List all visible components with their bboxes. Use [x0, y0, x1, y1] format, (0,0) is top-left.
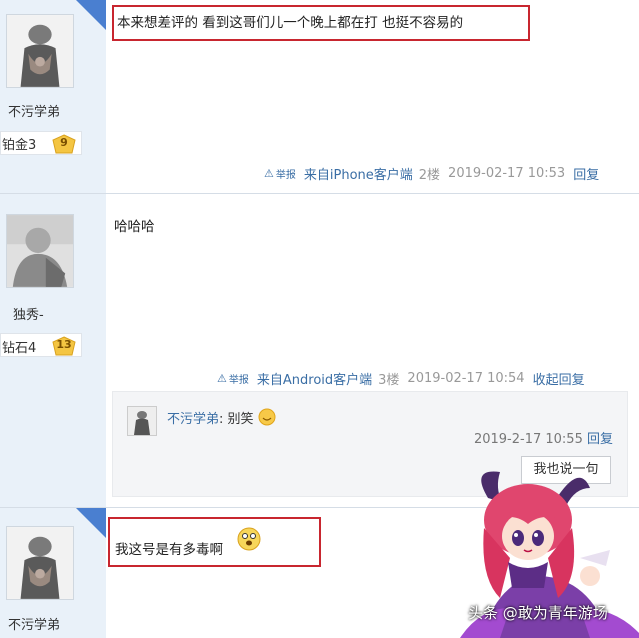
- source-link[interactable]: 来自Android客户端: [257, 369, 372, 388]
- subreply-text: 不污学弟: 别笑: [167, 408, 276, 427]
- post-content: 我这号是有多毒啊: [115, 542, 223, 558]
- smile-emoji-icon: [258, 408, 276, 426]
- avatar[interactable]: [6, 526, 74, 600]
- subreply-content: 别笑: [227, 412, 254, 427]
- watermark-text: 头条 @敢为青年游场: [468, 604, 608, 622]
- shocked-emoji-icon: [236, 526, 262, 552]
- subreply-meta: 2019-2-17 10:55 回复: [474, 428, 613, 447]
- reply-link[interactable]: 回复: [573, 164, 599, 183]
- post-time: 2019-02-17 10:54: [407, 371, 525, 386]
- warning-icon: ⚠: [217, 372, 227, 385]
- report-link[interactable]: ⚠ 举报: [217, 371, 249, 386]
- report-link[interactable]: ⚠ 举报: [264, 166, 296, 181]
- collapse-reply-link[interactable]: 收起回复: [533, 369, 585, 388]
- level-badge: 9: [51, 134, 77, 154]
- username[interactable]: 不污学弟: [8, 614, 60, 633]
- post-meta: ⚠ 举报 来自Android客户端 3楼 2019-02-17 10:54 收起回…: [217, 369, 585, 388]
- post-content: 本来想差评的 看到这哥们儿一个晚上都在打 也挺不容易的: [117, 15, 464, 31]
- level-badge: 13: [51, 336, 77, 356]
- post-content: 哈哈哈: [114, 219, 155, 235]
- post-divider: [0, 193, 639, 194]
- subreply-time: 2019-2-17 10:55: [473, 432, 583, 447]
- post-time: 2019-02-17 10:53: [448, 166, 566, 181]
- subreply-username[interactable]: 不污学弟: [167, 412, 219, 427]
- username[interactable]: 不污学弟: [8, 101, 60, 120]
- warning-icon: ⚠: [264, 167, 274, 180]
- rank-label: 钻石4: [2, 341, 37, 356]
- subreply-reply-link[interactable]: 回复: [587, 432, 613, 447]
- floor-number: 2楼: [418, 168, 441, 183]
- sub-avatar[interactable]: [127, 406, 157, 436]
- avatar[interactable]: [6, 214, 74, 288]
- source-link[interactable]: 来自iPhone客户端: [304, 164, 413, 183]
- avatar[interactable]: [6, 14, 74, 88]
- username[interactable]: 独秀-: [13, 304, 44, 323]
- post-meta: ⚠ 举报 来自iPhone客户端 2楼 2019-02-17 10:53 回复: [264, 164, 599, 183]
- rank-label: 铂金3: [2, 138, 37, 153]
- floor-number: 3楼: [378, 373, 400, 388]
